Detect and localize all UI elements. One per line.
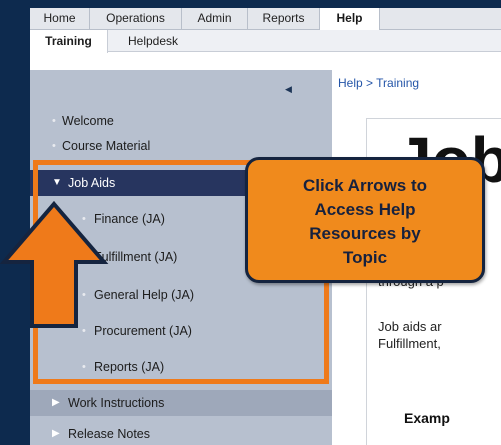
sidebar-item-course-material[interactable]: • Course Material [30, 133, 332, 159]
callout-tooltip: Click Arrows to Access Help Resources by… [245, 157, 485, 283]
sidebar-item-label: Welcome [62, 114, 114, 128]
sidebar-item-welcome[interactable]: • Welcome [30, 108, 332, 134]
sidebar-item-release-notes[interactable]: ▶ Release Notes [30, 421, 332, 445]
callout-line: Resources by [309, 224, 421, 243]
content-line: Fulfillment, [378, 336, 441, 351]
collapse-sidebar-icon[interactable]: ◀ [285, 84, 292, 95]
tab-operations[interactable]: Operations [90, 8, 182, 30]
tab-admin[interactable]: Admin [182, 8, 248, 30]
callout-line: Access Help [314, 200, 416, 219]
sub-nav: Training Helpdesk [30, 30, 501, 70]
sidebar-item-label: Course Material [62, 139, 151, 153]
content-paragraph: Job aids ar Fulfillment, [378, 318, 442, 352]
sidebar-item-label: Job Aids [68, 176, 116, 190]
up-arrow-icon [0, 200, 109, 328]
tab-helpdesk[interactable]: Helpdesk [114, 30, 192, 52]
callout-text: Click Arrows to Access Help Resources by… [248, 174, 482, 270]
sidebar-item-reports-ja[interactable]: • Reports (JA) [30, 354, 332, 380]
tab-home[interactable]: Home [30, 8, 90, 30]
example-heading: Examp [404, 410, 450, 426]
bullet-icon: • [82, 361, 86, 373]
top-nav: Home Operations Admin Reports Help [30, 8, 501, 31]
callout-line: Click Arrows to [302, 176, 428, 195]
sidebar-item-label: Release Notes [68, 427, 150, 441]
sidebar-item-label: Reports (JA) [94, 360, 165, 374]
sidebar-item-work-instructions[interactable]: ▶ Work Instructions [30, 390, 332, 416]
tab-reports[interactable]: Reports [248, 8, 320, 30]
bullet-icon: • [52, 140, 56, 152]
callout-line: Topic [342, 248, 388, 267]
content-line: Job aids ar [378, 319, 442, 334]
breadcrumb[interactable]: Help > Training [338, 76, 419, 90]
collapsed-arrow-icon[interactable]: ▶ [52, 421, 60, 445]
window-frame-top [0, 0, 501, 8]
expanded-arrow-icon[interactable]: ▼ [52, 170, 62, 196]
tab-help[interactable]: Help [320, 8, 380, 31]
collapsed-arrow-icon[interactable]: ▶ [52, 390, 60, 416]
tab-training[interactable]: Training [30, 30, 108, 53]
bullet-icon: • [52, 115, 56, 127]
sidebar-item-label: Work Instructions [68, 396, 165, 410]
